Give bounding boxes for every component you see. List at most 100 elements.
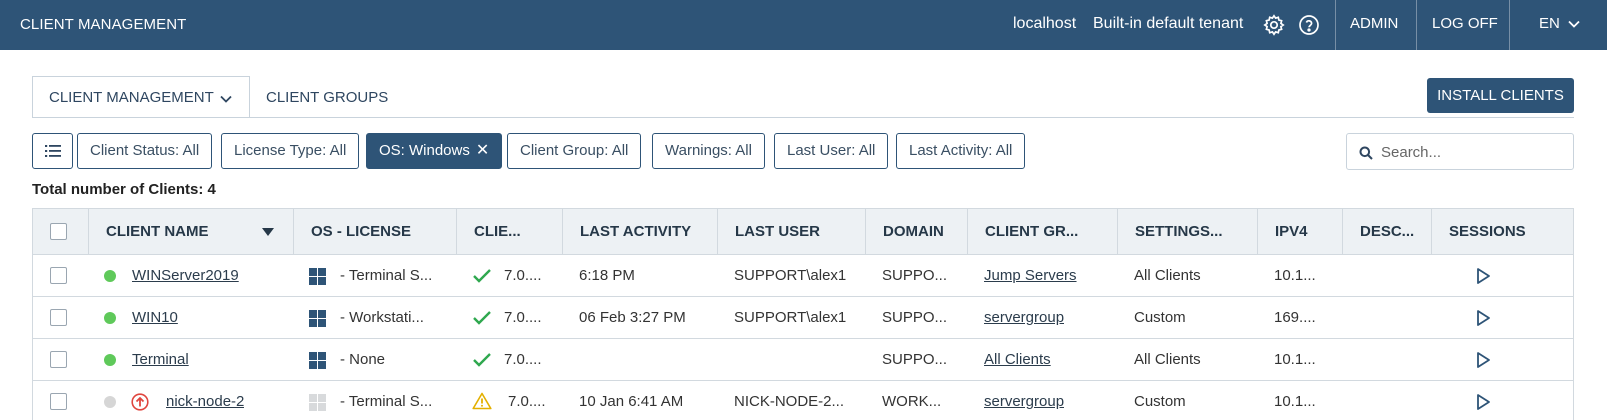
ipv4-value: 10.1... <box>1274 351 1316 368</box>
filter-last-user[interactable]: Last User: All <box>774 133 889 169</box>
status-online-icon <box>104 312 116 324</box>
last-activity-value: 06 Feb 3:27 PM <box>579 309 686 326</box>
row-checkbox[interactable] <box>50 309 67 326</box>
list-icon <box>45 145 61 157</box>
table-row[interactable]: nick-node-2 - Terminal S... 7.0.... 10 J… <box>33 381 1573 420</box>
total-clients-count: Total number of Clients: 4 <box>32 181 216 198</box>
tab-client-management[interactable]: CLIENT MANAGEMENT <box>32 76 250 118</box>
filter-client-status[interactable]: Client Status: All <box>77 133 213 169</box>
ipv4-value: 10.1... <box>1274 267 1316 284</box>
warning-icon <box>472 392 492 410</box>
logoff-button[interactable]: LOG OFF <box>1432 15 1498 32</box>
os-license-value: - None <box>340 351 386 368</box>
windows-icon <box>309 394 326 411</box>
row-checkbox[interactable] <box>50 393 67 410</box>
divider <box>1416 0 1417 50</box>
install-clients-button[interactable]: INSTALL CLIENTS <box>1427 78 1574 113</box>
last-activity-value: 10 Jan 6:41 AM <box>579 393 684 410</box>
os-license-value: - Terminal S... <box>340 393 433 410</box>
tab-label: CLIENT MANAGEMENT <box>49 89 214 106</box>
domain-value: SUPPO... <box>882 351 948 368</box>
divider <box>1335 0 1336 50</box>
client-group-link[interactable]: servergroup <box>984 297 1064 339</box>
last-activity-value: 6:18 PM <box>579 267 635 284</box>
header-settings[interactable]: SETTINGS... <box>1117 209 1257 255</box>
search-box[interactable] <box>1346 133 1574 170</box>
help-icon[interactable] <box>1297 13 1321 37</box>
header-client-version[interactable]: CLIE... <box>456 209 562 255</box>
host-label: localhost <box>1013 15 1077 32</box>
play-icon[interactable] <box>1474 267 1492 285</box>
gear-icon[interactable] <box>1262 13 1286 37</box>
header-description[interactable]: DESC... <box>1342 209 1431 255</box>
sort-desc-icon[interactable] <box>262 228 274 236</box>
settings-value: Custom <box>1134 309 1186 326</box>
filter-os[interactable]: OS: Windows ✕ <box>366 133 503 169</box>
tenant-selector[interactable]: Built-in default tenant <box>1093 15 1243 33</box>
os-license-value: - Workstati... <box>340 309 424 326</box>
table-row[interactable]: WIN10 - Workstati... 7.0.... 06 Feb 3:27… <box>33 297 1573 339</box>
client-name-link[interactable]: nick-node-2 <box>166 381 244 420</box>
last-user-value: NICK-NODE-2... <box>734 393 845 410</box>
header-last-user[interactable]: LAST USER <box>717 209 865 255</box>
domain-value: SUPPO... <box>882 267 948 284</box>
header-ipv4[interactable]: IPV4 <box>1257 209 1342 255</box>
settings-value: All Clients <box>1134 351 1201 368</box>
divider <box>1509 0 1510 50</box>
client-version-value: 7.0.... <box>504 351 542 368</box>
check-icon <box>473 311 491 325</box>
ipv4-value: 10.1... <box>1274 393 1316 410</box>
status-offline-icon <box>104 396 116 408</box>
header-last-activity[interactable]: LAST ACTIVITY <box>562 209 717 255</box>
tab-divider <box>32 117 1574 118</box>
check-icon <box>473 353 491 367</box>
header-os-license[interactable]: OS - LICENSE <box>293 209 456 255</box>
play-icon[interactable] <box>1474 309 1492 327</box>
header-client-group[interactable]: CLIENT GR... <box>967 209 1117 255</box>
filter-license-type[interactable]: License Type: All <box>221 133 360 169</box>
language-selector[interactable]: EN <box>1539 15 1560 32</box>
table-header: CLIENT NAME OS - LICENSE CLIE... LAST AC… <box>33 209 1573 255</box>
domain-value: WORK... <box>882 393 942 410</box>
chevron-down-icon[interactable] <box>1566 16 1582 32</box>
close-icon[interactable]: ✕ <box>476 134 489 168</box>
play-icon[interactable] <box>1474 393 1492 411</box>
search-input[interactable] <box>1381 142 1567 162</box>
check-icon <box>473 269 491 283</box>
tab-client-groups[interactable]: CLIENT GROUPS <box>266 76 388 118</box>
last-user-value: SUPPORT\alex1 <box>734 309 847 326</box>
client-group-link[interactable]: All Clients <box>984 339 1051 381</box>
top-bar: CLIENT MANAGEMENT localhost Built-in def… <box>0 0 1607 50</box>
windows-icon <box>309 268 326 285</box>
header-client-name[interactable]: CLIENT NAME <box>88 209 293 255</box>
admin-button[interactable]: ADMIN <box>1350 15 1398 32</box>
row-checkbox[interactable] <box>50 351 67 368</box>
chevron-down-icon <box>219 92 233 106</box>
filter-client-group[interactable]: Client Group: All <box>507 133 642 169</box>
client-name-link[interactable]: WIN10 <box>132 297 178 339</box>
select-all-checkbox[interactable] <box>50 223 67 240</box>
clients-table: CLIENT NAME OS - LICENSE CLIE... LAST AC… <box>32 208 1574 420</box>
table-row[interactable]: Terminal - None 7.0.... SUPPO... All Cli… <box>33 339 1573 381</box>
status-online-icon <box>104 270 116 282</box>
row-checkbox[interactable] <box>50 267 67 284</box>
header-domain[interactable]: DOMAIN <box>865 209 967 255</box>
os-license-value: - Terminal S... <box>340 267 433 284</box>
filter-last-activity[interactable]: Last Activity: All <box>896 133 1026 169</box>
client-version-value: 7.0.... <box>508 393 546 410</box>
app-title: CLIENT MANAGEMENT <box>20 16 187 33</box>
status-online-icon <box>104 354 116 366</box>
domain-value: SUPPO... <box>882 309 948 326</box>
last-user-value: SUPPORT\alex1 <box>734 267 847 284</box>
filter-warnings[interactable]: Warnings: All <box>652 133 765 169</box>
update-alert-icon[interactable] <box>131 393 149 411</box>
header-sessions[interactable]: SESSIONS <box>1431 209 1573 255</box>
settings-value: All Clients <box>1134 267 1201 284</box>
table-row[interactable]: WINServer2019 - Terminal S... 7.0.... 6:… <box>33 255 1573 297</box>
client-name-link[interactable]: WINServer2019 <box>132 255 239 297</box>
client-name-link[interactable]: Terminal <box>132 339 189 381</box>
play-icon[interactable] <box>1474 351 1492 369</box>
client-group-link[interactable]: servergroup <box>984 381 1064 420</box>
list-view-button[interactable] <box>32 133 73 169</box>
client-group-link[interactable]: Jump Servers <box>984 255 1077 297</box>
